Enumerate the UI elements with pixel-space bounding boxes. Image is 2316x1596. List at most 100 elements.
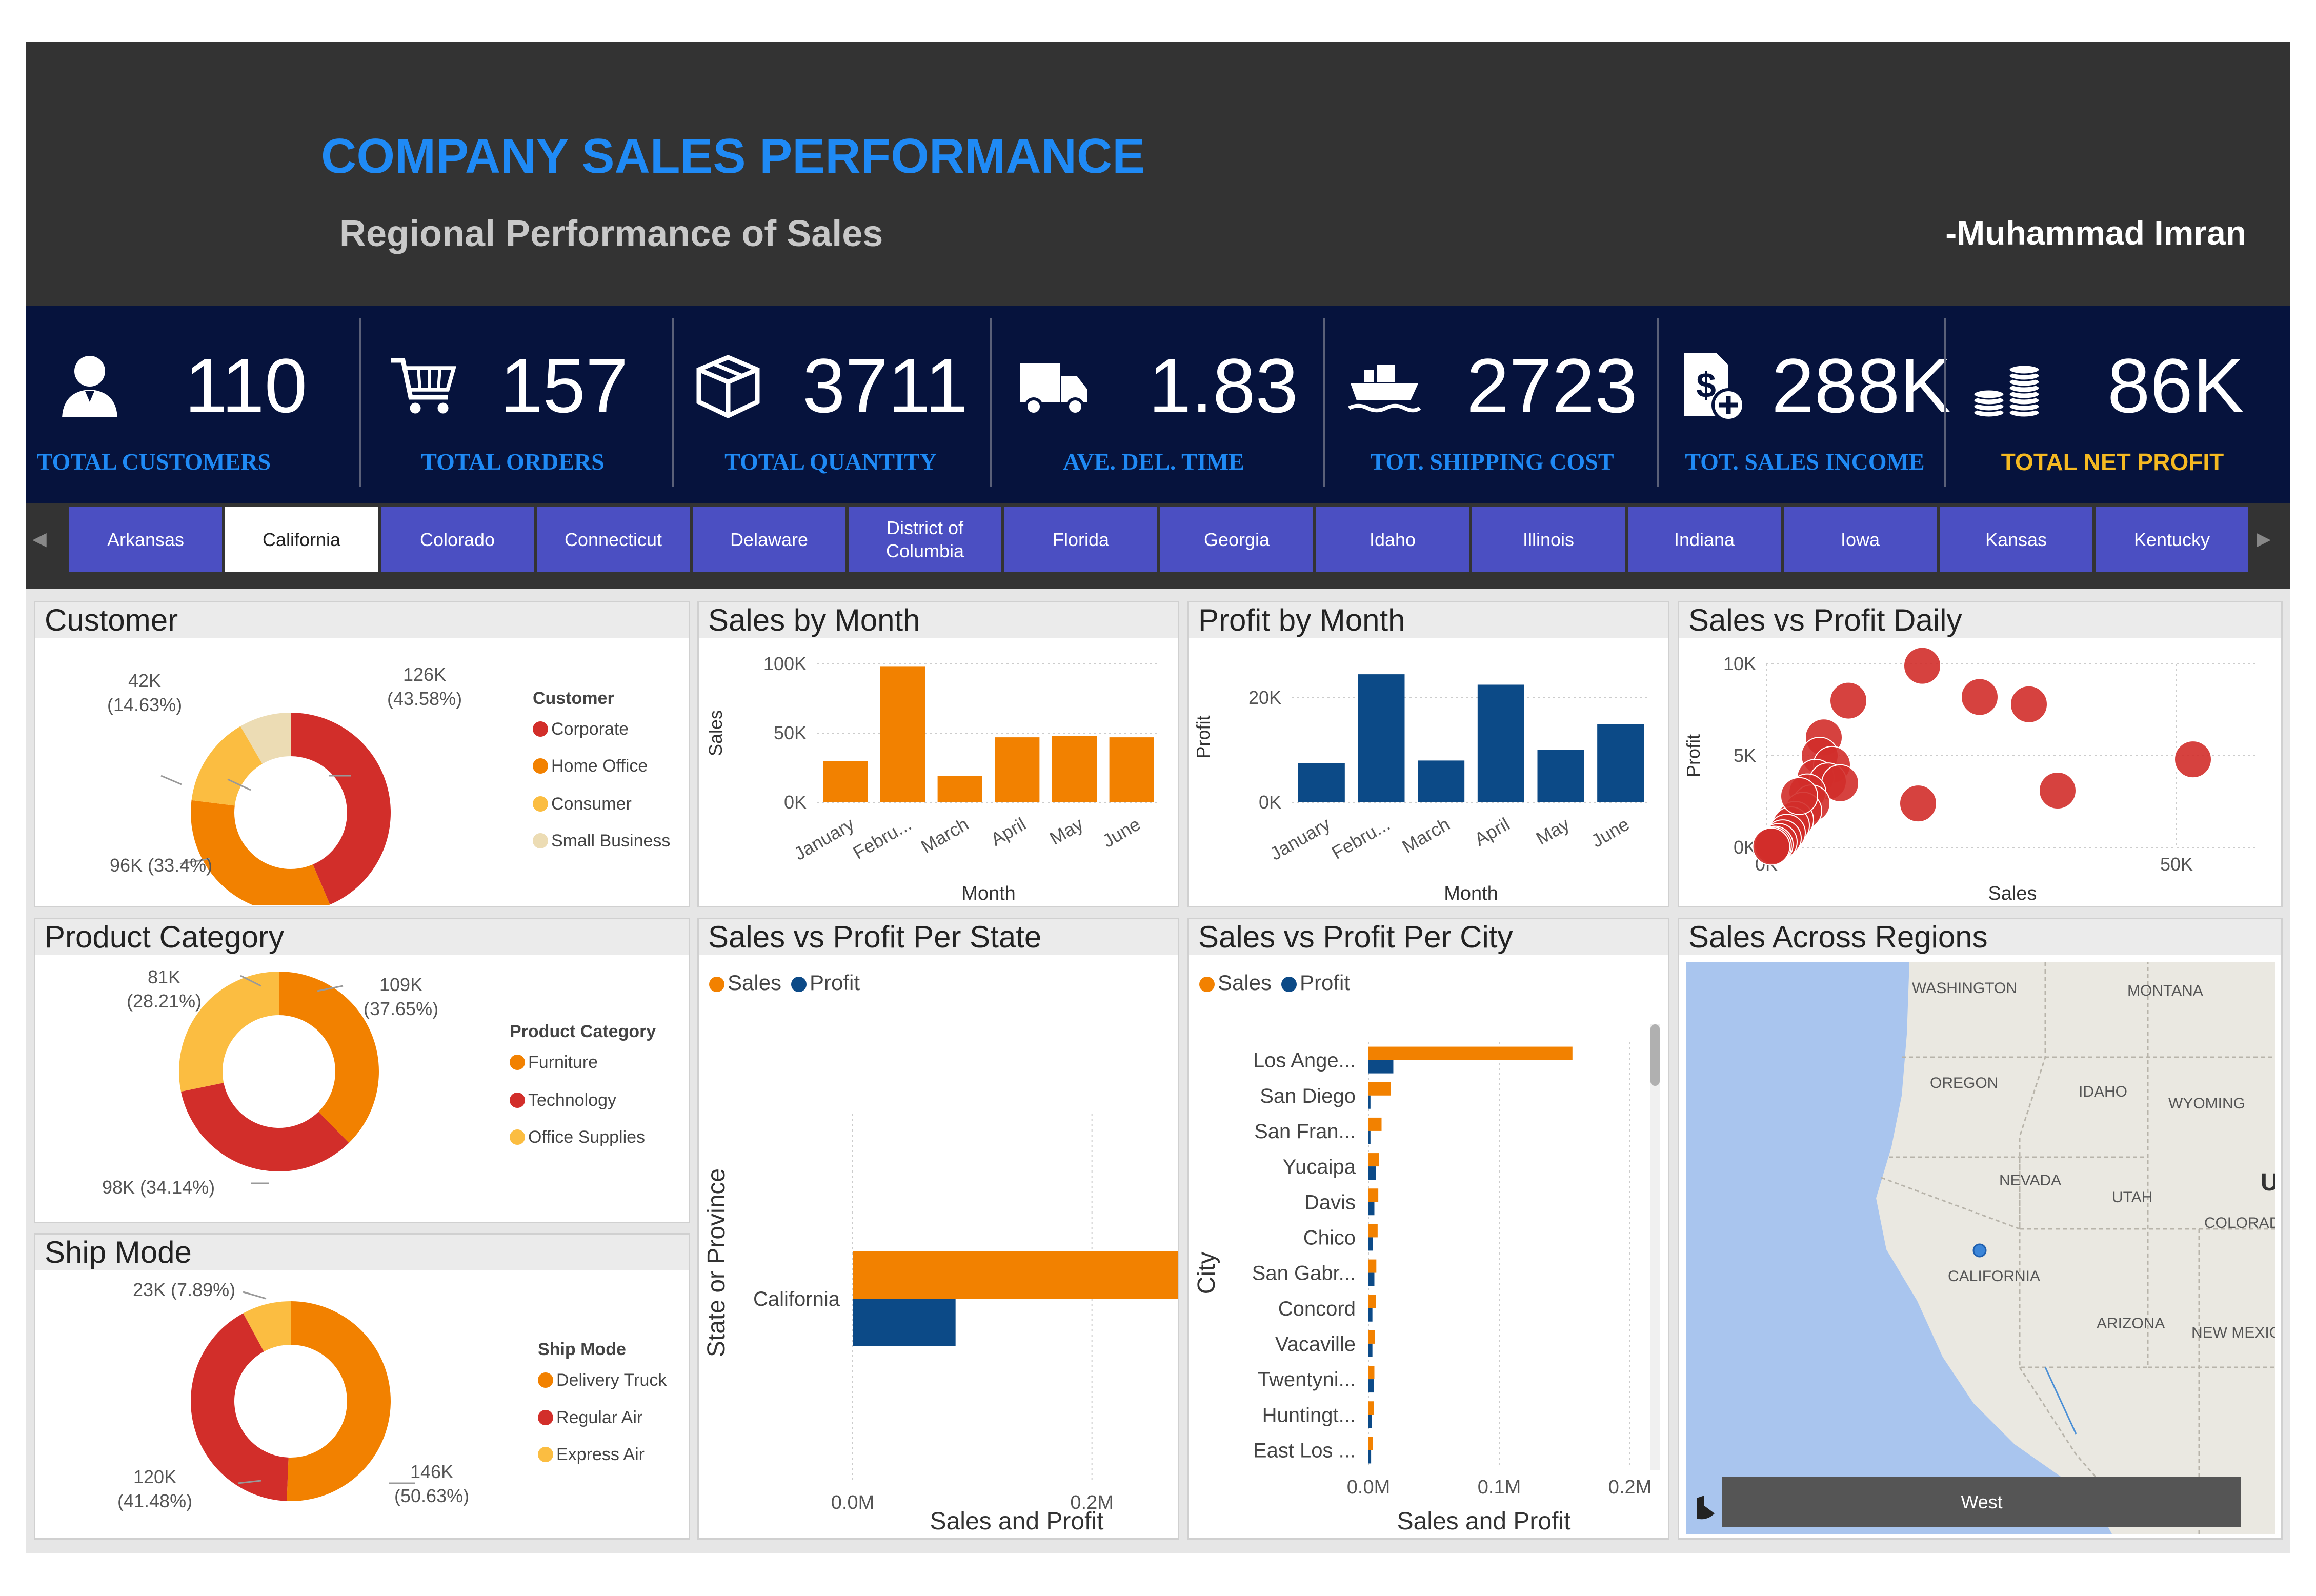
bar-profit	[1368, 1379, 1374, 1393]
donut-slice-home-office	[191, 800, 330, 905]
kpi-value: 2723	[1466, 342, 1638, 429]
bar-sales	[1368, 1401, 1374, 1415]
x-tick-label: 0.1M	[1478, 1477, 1521, 1498]
y-tick-label: 20K	[1248, 687, 1281, 708]
legend-item-furniture[interactable]: Furniture	[510, 1053, 598, 1073]
slicer-item-illinois[interactable]: Illinois	[1472, 507, 1625, 572]
map-label: ARIZONA	[2097, 1315, 2165, 1332]
x-tick-label: Febru...	[850, 813, 915, 863]
slicer-item-district-of-columbia[interactable]: District of Columbia	[849, 507, 1001, 572]
legend-item-consumer[interactable]: Consumer	[533, 794, 632, 814]
y-tick-label: 5K	[1734, 745, 1756, 766]
scatter-point	[2174, 740, 2212, 779]
bar-profit	[1368, 1166, 1376, 1180]
kpi-divider	[672, 318, 674, 487]
x-tick-label: June	[1099, 813, 1144, 852]
region-filter-button[interactable]: West	[1722, 1477, 2241, 1527]
slicer-item-kentucky[interactable]: Kentucky	[2096, 507, 2248, 572]
bar-sales	[1368, 1117, 1382, 1131]
scrollbar-track[interactable]	[1650, 1024, 1660, 1470]
kpi-ave-del-time: 1.83 AVE. DEL. TIME	[995, 306, 1313, 503]
map-label: NEVADA	[1999, 1172, 2061, 1189]
slicer-item-delaware[interactable]: Delaware	[693, 507, 845, 572]
bar	[1298, 763, 1345, 802]
bar	[1477, 684, 1524, 802]
legend-item-regular-air[interactable]: Regular Air	[538, 1408, 642, 1428]
y-category-label: Twentyni...	[1258, 1368, 1356, 1391]
x-tick-label: March	[917, 813, 972, 857]
slicer-scroll-right-icon[interactable]: ▶	[2256, 528, 2271, 554]
legend-item-small-business[interactable]: Small Business	[533, 831, 670, 851]
bar-profit	[1368, 1272, 1375, 1286]
data-label-delivery-truck: 146K (50.63%)	[394, 1461, 470, 1506]
y-axis-title: City	[1193, 1252, 1220, 1295]
legend-item-technology[interactable]: Technology	[510, 1090, 616, 1110]
kpi-value: 1.83	[1149, 342, 1298, 429]
y-tick-label: 0K	[1259, 792, 1281, 813]
scrollbar-thumb[interactable]	[1650, 1024, 1660, 1086]
y-tick-label: 10K	[1723, 653, 1756, 674]
scatter-point	[2039, 772, 2077, 810]
slicer-item-arkansas[interactable]: Arkansas	[69, 507, 222, 572]
bar-sales	[1368, 1259, 1377, 1273]
y-category-label: Los Ange...	[1253, 1049, 1356, 1072]
kpi-label: TOT. SALES INCOME	[1685, 449, 1925, 475]
page-subtitle: Regional Performance of Sales	[339, 213, 883, 254]
legend-item-sales[interactable]: Sales	[709, 971, 781, 995]
slicer-item-colorado[interactable]: Colorado	[381, 507, 534, 572]
bar	[1109, 737, 1154, 802]
scatter-point	[1829, 681, 1867, 720]
bar-profit	[1368, 1450, 1372, 1464]
panel-title: Product Category	[35, 919, 689, 955]
legend-item-office-supplies[interactable]: Office Supplies	[510, 1127, 645, 1147]
bar-sales	[1368, 1153, 1379, 1167]
bar-sales	[1368, 1330, 1375, 1344]
y-category-label: Vacaville	[1275, 1333, 1356, 1356]
kpi-total-orders: 157 TOTAL ORDERS	[364, 306, 672, 503]
slicer-item-kansas[interactable]: Kansas	[1940, 507, 2092, 572]
bar-profit	[1368, 1202, 1375, 1216]
y-category-label: San Gabr...	[1252, 1262, 1356, 1285]
bar-sales	[1368, 1082, 1391, 1096]
legend-item-delivery-truck[interactable]: Delivery Truck	[538, 1370, 667, 1390]
slicer-item-connecticut[interactable]: Connecticut	[537, 507, 690, 572]
truck-icon	[1020, 363, 1087, 416]
slicer-item-florida[interactable]: Florida	[1004, 507, 1157, 572]
x-tick-label: 0.0M	[831, 1492, 874, 1513]
kpi-value: 3711	[802, 342, 968, 429]
slicer-scroll-left-icon[interactable]: ◀	[32, 528, 47, 554]
bar-sales	[1368, 1295, 1376, 1308]
y-category-label: Huntingt...	[1262, 1404, 1356, 1426]
legend-item-home-office[interactable]: Home Office	[533, 756, 648, 776]
y-category-label: San Diego	[1260, 1085, 1356, 1107]
y-axis-title: State or Province	[703, 1168, 730, 1357]
slicer-item-georgia[interactable]: Georgia	[1160, 507, 1313, 572]
y-axis-title: Profit	[1193, 715, 1214, 758]
kpi-sales-income: $ 288K TOT. SALES INCOME	[1661, 306, 1951, 503]
bar-sales	[1368, 1046, 1573, 1060]
kpi-label: AVE. DEL. TIME	[1063, 449, 1244, 475]
legend-item-express-air[interactable]: Express Air	[538, 1445, 645, 1465]
x-axis-title: Sales	[1988, 883, 2037, 904]
legend-item-profit[interactable]: Profit	[1281, 971, 1350, 995]
data-label-furniture: 109K (37.65%)	[364, 974, 439, 1019]
bar	[1052, 736, 1097, 802]
bar	[1358, 674, 1405, 802]
x-tick-label: March	[1399, 813, 1454, 857]
legend-item-corporate[interactable]: Corporate	[533, 719, 629, 739]
slicer-item-idaho[interactable]: Idaho	[1316, 507, 1469, 572]
panel-title: Sales vs Profit Daily	[1679, 602, 2281, 638]
region-map[interactable]: WASHINGTON MONTANA OREGON IDAHO WYOMING …	[1686, 962, 2275, 1534]
donut-slice-delivery-truck	[287, 1301, 391, 1501]
legend-item-sales[interactable]: Sales	[1199, 971, 1272, 995]
kpi-value: 157	[500, 342, 629, 429]
panel-title: Sales vs Profit Per City	[1189, 919, 1668, 955]
bar-profit	[1368, 1060, 1394, 1074]
slicer-item-iowa[interactable]: Iowa	[1784, 507, 1937, 572]
slicer-item-indiana[interactable]: Indiana	[1628, 507, 1781, 572]
kpi-label: TOT. SHIPPING COST	[1370, 449, 1614, 475]
slicer-item-california[interactable]: California	[225, 507, 378, 572]
x-axis-title: Sales and Profit	[930, 1508, 1104, 1535]
panel-title: Ship Mode	[35, 1235, 689, 1270]
legend-item-profit[interactable]: Profit	[791, 971, 860, 995]
